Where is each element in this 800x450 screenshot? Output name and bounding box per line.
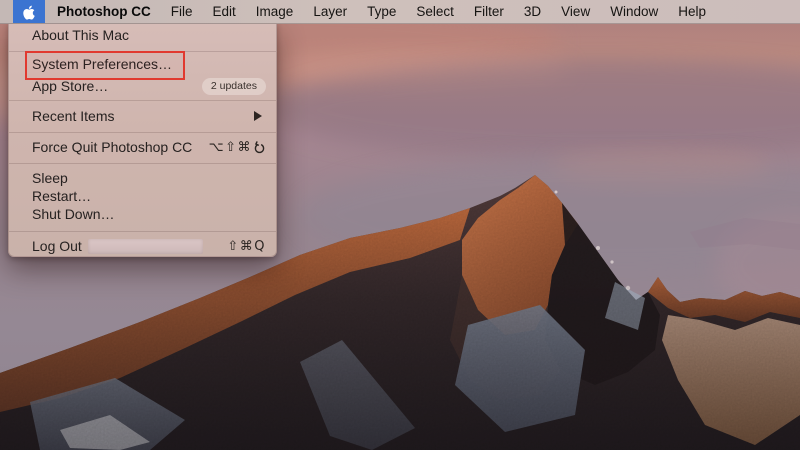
menu-item-about-this-mac[interactable]: About This Mac	[9, 25, 276, 45]
menu-bar-menus: File Edit Image Layer Type Select Filter…	[161, 4, 716, 19]
menu-item-label: System Preferences…	[32, 56, 172, 72]
menu-item-shut-down[interactable]: Shut Down…	[9, 204, 276, 224]
menu-separator	[9, 100, 276, 101]
apple-menu-dropdown: About This Mac System Preferences… App S…	[8, 23, 277, 257]
menu-file[interactable]: File	[161, 4, 203, 19]
menu-item-label: Log Out	[32, 238, 82, 254]
menu-item-app-store[interactable]: App Store… 2 updates	[9, 76, 276, 96]
menu-item-restart[interactable]: Restart…	[9, 186, 276, 206]
apple-logo-icon	[22, 4, 36, 20]
menu-item-label: App Store…	[32, 78, 108, 94]
menu-item-force-quit[interactable]: Force Quit Photoshop CC ⌥⇧⌘	[9, 137, 276, 157]
keyboard-shortcut: ⇧⌘Q	[227, 239, 266, 254]
menu-window[interactable]: Window	[600, 4, 668, 19]
redacted-username	[88, 239, 203, 254]
menu-help[interactable]: Help	[668, 4, 716, 19]
menu-type[interactable]: Type	[357, 4, 406, 19]
active-app-menu[interactable]: Photoshop CC	[57, 4, 151, 19]
menu-item-label: Sleep	[32, 170, 68, 186]
menu-item-log-out[interactable]: Log Out ⇧⌘Q	[9, 236, 276, 256]
menu-item-label: About This Mac	[32, 27, 129, 43]
menu-separator	[9, 132, 276, 133]
menu-select[interactable]: Select	[406, 4, 464, 19]
menu-3d[interactable]: 3D	[514, 4, 551, 19]
menu-item-label: Force Quit Photoshop CC	[32, 139, 192, 155]
menu-separator	[9, 231, 276, 232]
submenu-arrow-icon	[254, 111, 262, 121]
apple-menu-button[interactable]	[13, 0, 45, 23]
updates-badge: 2 updates	[202, 78, 266, 95]
menu-separator	[9, 163, 276, 164]
desktop-screen: Photoshop CC File Edit Image Layer Type …	[0, 0, 800, 450]
menu-edit[interactable]: Edit	[203, 4, 246, 19]
menu-image[interactable]: Image	[246, 4, 304, 19]
menu-view[interactable]: View	[551, 4, 600, 19]
menu-item-label: Recent Items	[32, 108, 114, 124]
menu-item-system-preferences[interactable]: System Preferences…	[9, 54, 276, 74]
escape-key-icon	[253, 141, 266, 154]
menu-filter[interactable]: Filter	[464, 4, 514, 19]
menu-item-recent-items[interactable]: Recent Items	[9, 106, 276, 126]
keyboard-shortcut: ⌥⇧⌘	[209, 140, 266, 155]
menu-item-label: Shut Down…	[32, 206, 114, 222]
menu-separator	[9, 51, 276, 52]
menu-bar: Photoshop CC File Edit Image Layer Type …	[0, 0, 800, 24]
menu-item-sleep[interactable]: Sleep	[9, 168, 276, 188]
menu-layer[interactable]: Layer	[303, 4, 357, 19]
menu-item-label: Restart…	[32, 188, 91, 204]
